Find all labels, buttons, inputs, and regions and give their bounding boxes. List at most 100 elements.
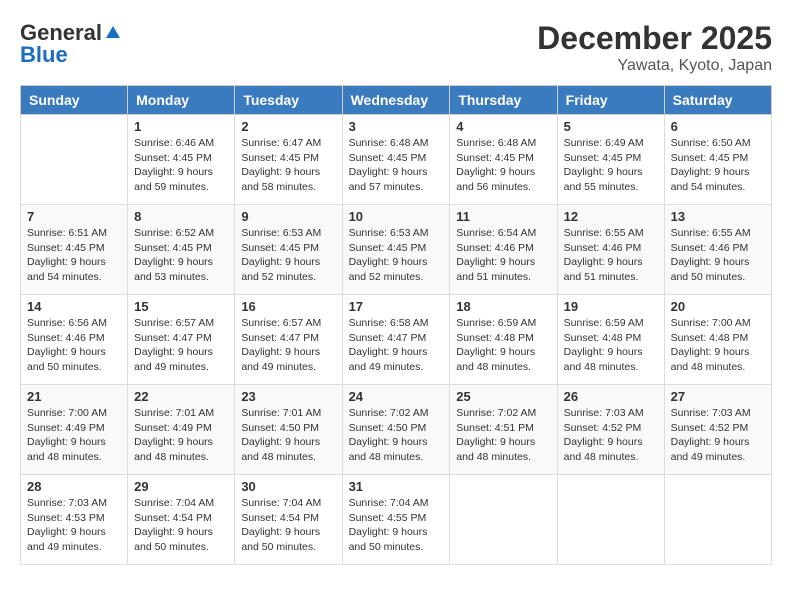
day-number: 2 [241,119,335,134]
day-number: 25 [456,389,550,404]
calendar-cell: 11 Sunrise: 6:54 AMSunset: 4:46 PMDayligh… [450,205,557,295]
day-number: 22 [134,389,228,404]
day-number: 6 [671,119,765,134]
day-number: 10 [349,209,444,224]
day-info: Sunrise: 7:03 AMSunset: 4:53 PMDaylight:… [27,496,121,555]
week-row-3: 14 Sunrise: 6:56 AMSunset: 4:46 PMDayligh… [21,295,772,385]
calendar-cell: 13Sunrise: 6:55 AMSunset: 4:46 PMDayligh… [664,205,771,295]
day-info: Sunrise: 6:48 AMSunset: 4:45 PMDaylight:… [456,136,550,195]
calendar-header-saturday: Saturday [664,86,771,115]
day-info: Sunrise: 7:02 AMSunset: 4:50 PMDaylight:… [349,406,444,465]
calendar-cell: 4 Sunrise: 6:48 AMSunset: 4:45 PMDaylight… [450,115,557,205]
day-number: 9 [241,209,335,224]
logo-blue-text: Blue [20,42,68,68]
week-row-4: 21 Sunrise: 7:00 AMSunset: 4:49 PMDayligh… [21,385,772,475]
day-number: 7 [27,209,121,224]
logo: General Blue [20,20,122,68]
calendar-cell: 30 Sunrise: 7:04 AMSunset: 4:54 PMDayligh… [235,475,342,565]
day-number: 4 [456,119,550,134]
day-number: 19 [564,299,658,314]
day-info: Sunrise: 6:59 AMSunset: 4:48 PMDaylight:… [564,316,658,375]
calendar-header-monday: Monday [128,86,235,115]
day-info: Sunrise: 6:54 AMSunset: 4:46 PMDaylight:… [456,226,550,285]
day-info: Sunrise: 6:56 AMSunset: 4:46 PMDaylight:… [27,316,121,375]
day-number: 23 [241,389,335,404]
logo-icon [104,24,122,42]
day-number: 24 [349,389,444,404]
calendar-cell: 18Sunrise: 6:59 AMSunset: 4:48 PMDayligh… [450,295,557,385]
calendar-header-row: SundayMondayTuesdayWednesdayThursdayFrid… [21,86,772,115]
day-number: 30 [241,479,335,494]
day-number: 31 [349,479,444,494]
calendar-cell: 15Sunrise: 6:57 AMSunset: 4:47 PMDayligh… [128,295,235,385]
week-row-1: 1 Sunrise: 6:46 AMSunset: 4:45 PMDaylight… [21,115,772,205]
calendar-cell: 3 Sunrise: 6:48 AMSunset: 4:45 PMDaylight… [342,115,450,205]
calendar-cell: 6 Sunrise: 6:50 AMSunset: 4:45 PMDaylight… [664,115,771,205]
day-info: Sunrise: 6:47 AMSunset: 4:45 PMDaylight:… [241,136,335,195]
calendar-cell: 10 Sunrise: 6:53 AMSunset: 4:45 PMDayligh… [342,205,450,295]
day-info: Sunrise: 6:48 AMSunset: 4:45 PMDaylight:… [349,136,444,195]
calendar-header-wednesday: Wednesday [342,86,450,115]
calendar-cell: 9 Sunrise: 6:53 AMSunset: 4:45 PMDaylight… [235,205,342,295]
calendar-cell: 19 Sunrise: 6:59 AMSunset: 4:48 PMDayligh… [557,295,664,385]
calendar-cell: 28 Sunrise: 7:03 AMSunset: 4:53 PMDayligh… [21,475,128,565]
calendar-header-sunday: Sunday [21,86,128,115]
day-info: Sunrise: 7:04 AMSunset: 4:54 PMDaylight:… [241,496,335,555]
calendar-cell: 12 Sunrise: 6:55 AMSunset: 4:46 PMDayligh… [557,205,664,295]
calendar-cell [664,475,771,565]
day-number: 11 [456,209,550,224]
calendar-cell [450,475,557,565]
day-info: Sunrise: 7:04 AMSunset: 4:54 PMDaylight:… [134,496,228,555]
week-row-5: 28 Sunrise: 7:03 AMSunset: 4:53 PMDayligh… [21,475,772,565]
day-number: 29 [134,479,228,494]
day-number: 17 [349,299,444,314]
calendar-cell: 2 Sunrise: 6:47 AMSunset: 4:45 PMDaylight… [235,115,342,205]
day-number: 16 [241,299,335,314]
calendar-cell: 23Sunrise: 7:01 AMSunset: 4:50 PMDayligh… [235,385,342,475]
calendar-header-friday: Friday [557,86,664,115]
day-info: Sunrise: 6:46 AMSunset: 4:45 PMDaylight:… [134,136,228,195]
day-number: 1 [134,119,228,134]
calendar-cell: 24 Sunrise: 7:02 AMSunset: 4:50 PMDayligh… [342,385,450,475]
day-info: Sunrise: 6:53 AMSunset: 4:45 PMDaylight:… [241,226,335,285]
calendar-cell: 25 Sunrise: 7:02 AMSunset: 4:51 PMDayligh… [450,385,557,475]
day-info: Sunrise: 6:58 AMSunset: 4:47 PMDaylight:… [349,316,444,375]
calendar-cell [557,475,664,565]
calendar-table: SundayMondayTuesdayWednesdayThursdayFrid… [20,85,772,565]
calendar-cell: 8 Sunrise: 6:52 AMSunset: 4:45 PMDaylight… [128,205,235,295]
day-info: Sunrise: 6:49 AMSunset: 4:45 PMDaylight:… [564,136,658,195]
day-info: Sunrise: 6:52 AMSunset: 4:45 PMDaylight:… [134,226,228,285]
day-info: Sunrise: 6:59 AMSunset: 4:48 PMDaylight:… [456,316,550,375]
calendar-cell: 5 Sunrise: 6:49 AMSunset: 4:45 PMDaylight… [557,115,664,205]
day-number: 28 [27,479,121,494]
calendar-cell: 7 Sunrise: 6:51 AMSunset: 4:45 PMDaylight… [21,205,128,295]
title-block: December 2025 Yawata, Kyoto, Japan [537,20,772,75]
day-number: 14 [27,299,121,314]
calendar-header-thursday: Thursday [450,86,557,115]
day-info: Sunrise: 6:51 AMSunset: 4:45 PMDaylight:… [27,226,121,285]
location: Yawata, Kyoto, Japan [537,57,772,75]
day-info: Sunrise: 7:00 AMSunset: 4:48 PMDaylight:… [671,316,765,375]
day-number: 20 [671,299,765,314]
calendar-cell: 26Sunrise: 7:03 AMSunset: 4:52 PMDayligh… [557,385,664,475]
calendar-cell: 16Sunrise: 6:57 AMSunset: 4:47 PMDayligh… [235,295,342,385]
day-number: 8 [134,209,228,224]
day-number: 21 [27,389,121,404]
day-info: Sunrise: 6:55 AMSunset: 4:46 PMDaylight:… [564,226,658,285]
day-number: 3 [349,119,444,134]
day-info: Sunrise: 7:02 AMSunset: 4:51 PMDaylight:… [456,406,550,465]
day-number: 5 [564,119,658,134]
day-number: 26 [564,389,658,404]
day-info: Sunrise: 7:01 AMSunset: 4:49 PMDaylight:… [134,406,228,465]
day-number: 27 [671,389,765,404]
day-info: Sunrise: 7:00 AMSunset: 4:49 PMDaylight:… [27,406,121,465]
calendar-header-tuesday: Tuesday [235,86,342,115]
day-number: 13 [671,209,765,224]
calendar-cell: 27Sunrise: 7:03 AMSunset: 4:52 PMDayligh… [664,385,771,475]
calendar-cell: 14 Sunrise: 6:56 AMSunset: 4:46 PMDayligh… [21,295,128,385]
calendar-cell: 31Sunrise: 7:04 AMSunset: 4:55 PMDayligh… [342,475,450,565]
page-header: General Blue December 2025 Yawata, Kyoto… [20,20,772,75]
day-info: Sunrise: 6:53 AMSunset: 4:45 PMDaylight:… [349,226,444,285]
day-info: Sunrise: 6:50 AMSunset: 4:45 PMDaylight:… [671,136,765,195]
day-number: 12 [564,209,658,224]
